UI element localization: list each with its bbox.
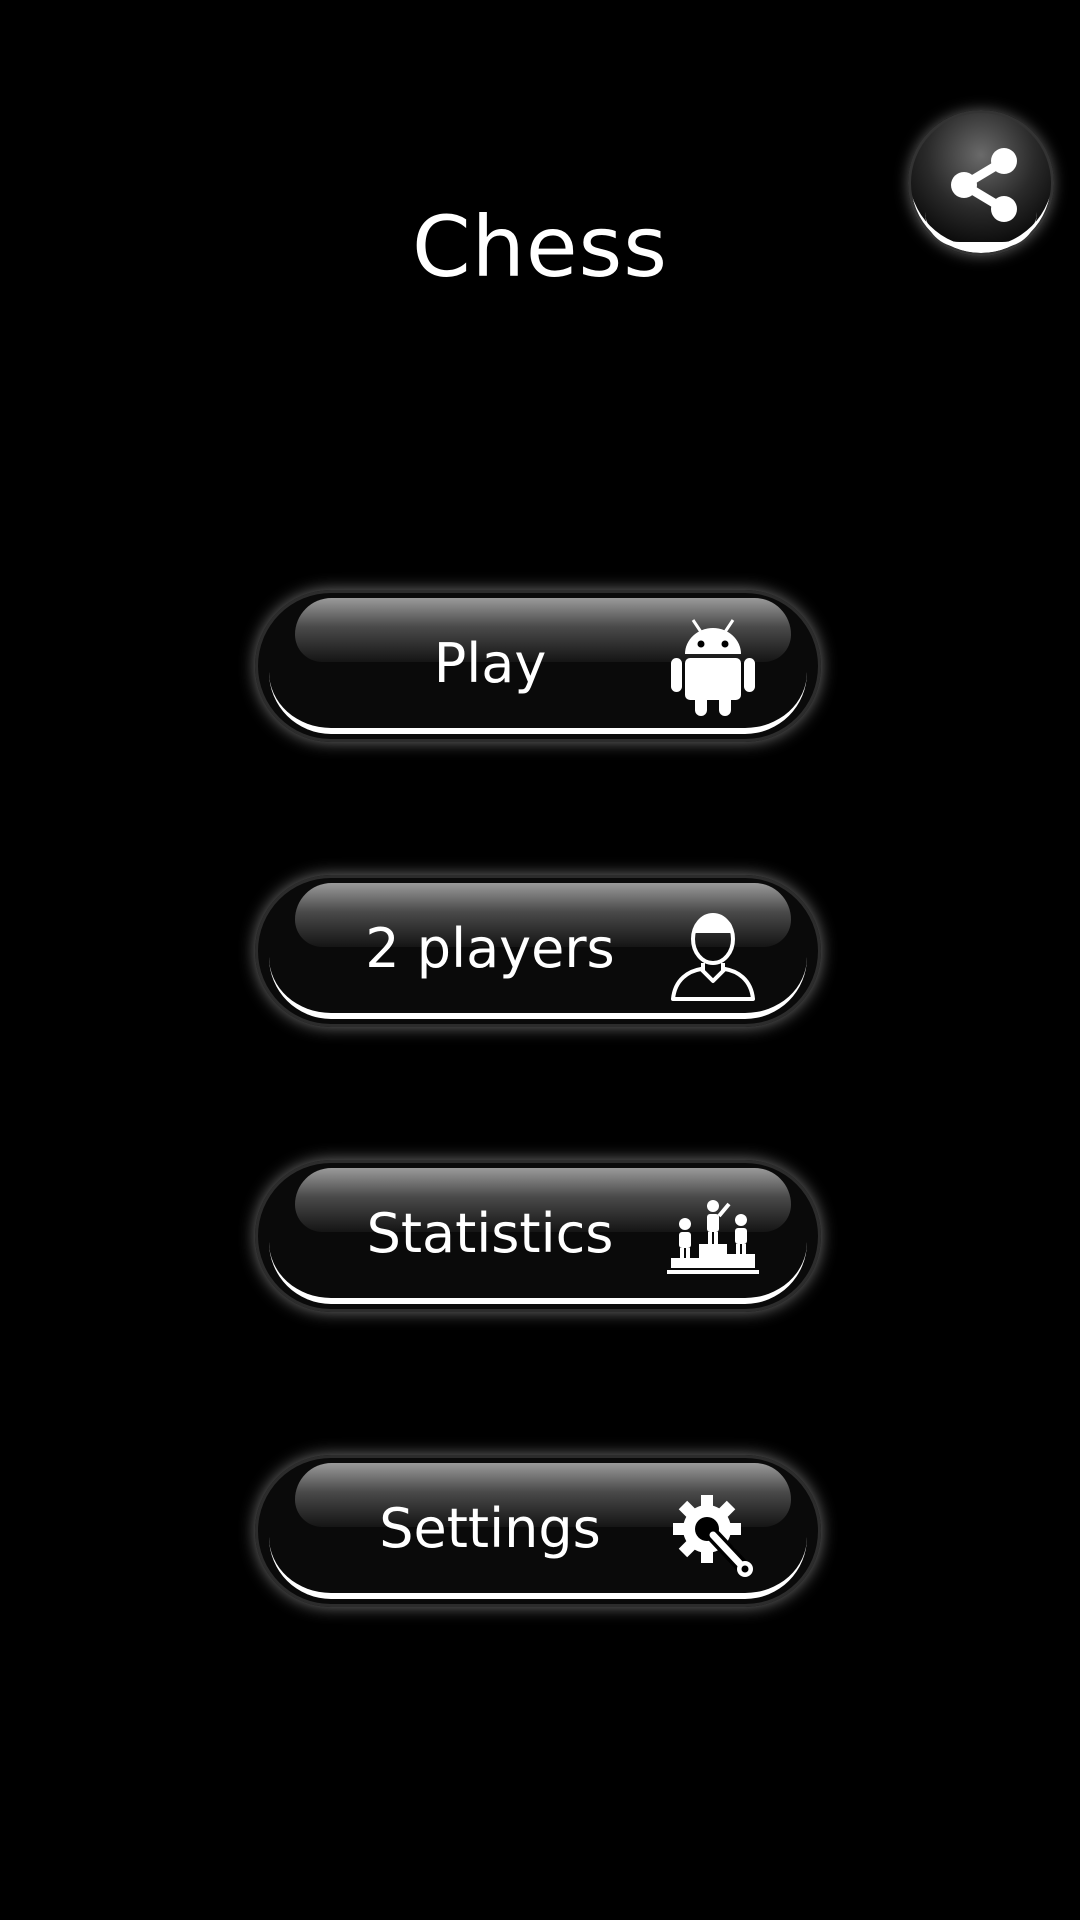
app-title: Chess xyxy=(411,198,669,296)
gear-wrench-icon xyxy=(673,1495,753,1577)
play-button[interactable]: Play xyxy=(255,590,821,742)
two-players-button[interactable]: 2 players xyxy=(255,875,821,1027)
play-button-label: Play xyxy=(433,632,547,695)
statistics-button-label: Statistics xyxy=(366,1202,614,1265)
settings-button[interactable]: Settings xyxy=(255,1455,821,1607)
podium-icon xyxy=(667,1200,759,1274)
person-icon xyxy=(671,913,755,1001)
main-menu-screen: Chess Play 2 players Statistics Settings xyxy=(0,0,1080,1920)
settings-button-label: Settings xyxy=(379,1497,601,1560)
android-robot-icon xyxy=(671,619,755,716)
statistics-button[interactable]: Statistics xyxy=(255,1160,821,1312)
two-players-button-label: 2 players xyxy=(365,917,615,980)
